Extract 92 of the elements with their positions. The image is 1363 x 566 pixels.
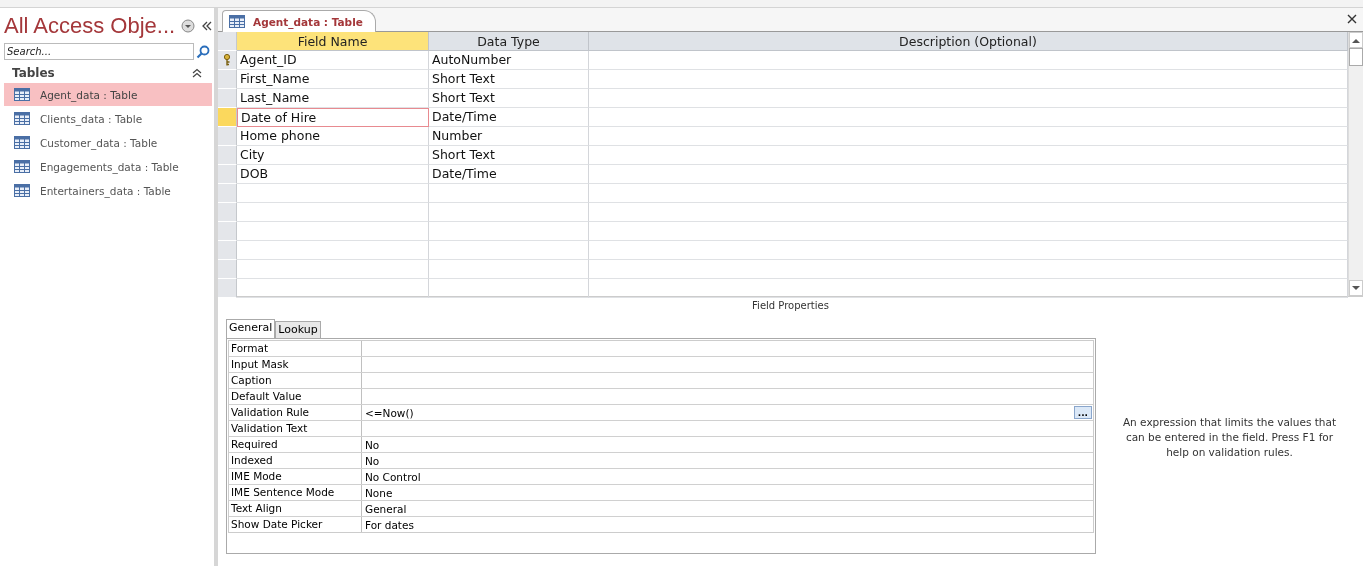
table-cell[interactable]: City (237, 146, 429, 165)
table-cell[interactable] (589, 127, 1348, 146)
property-name: IME Sentence Mode (229, 485, 362, 500)
help-text: An expression that limits the values that can be entered in the field. Press F1 for help on validation rules. (1121, 415, 1338, 460)
table-icon (14, 160, 30, 173)
table-cell[interactable]: Short Text (429, 89, 589, 108)
property-name: Show Date Picker (229, 517, 362, 532)
table-cell[interactable] (589, 165, 1348, 184)
table-cell[interactable] (237, 260, 429, 279)
property-name: Text Align (229, 501, 362, 516)
scroll-up-icon[interactable] (1352, 37, 1360, 43)
table-cell[interactable]: Date of Hire (237, 108, 429, 127)
table-cell[interactable] (589, 146, 1348, 165)
pane-title: All Access Obje... (4, 13, 176, 39)
column-header[interactable]: Data Type (429, 32, 589, 51)
search-field[interactable]: Search... (4, 43, 194, 60)
table-cell[interactable] (429, 260, 589, 279)
table-cell[interactable]: Number (429, 127, 589, 146)
scrollbar[interactable] (1348, 32, 1363, 296)
table-item[interactable]: Clients_data : Table (4, 107, 212, 130)
group-header[interactable]: Tables (12, 66, 55, 80)
table-cell[interactable] (589, 70, 1348, 89)
table-cell[interactable] (589, 279, 1348, 298)
scroll-thumb[interactable] (1349, 48, 1363, 66)
table-cell[interactable]: Short Text (429, 70, 589, 89)
table-icon (14, 88, 30, 101)
table-cell[interactable] (589, 184, 1348, 203)
table-cell[interactable]: DOB (237, 165, 429, 184)
property-value[interactable]: <=Now() (365, 406, 414, 419)
key-icon (223, 54, 231, 66)
property-name: Caption (229, 373, 362, 388)
table-cell[interactable] (589, 241, 1348, 260)
search-icon[interactable] (196, 44, 210, 59)
table-cell[interactable] (589, 108, 1348, 127)
table-cell[interactable] (589, 203, 1348, 222)
scroll-down-icon[interactable] (1352, 285, 1360, 291)
table-cell[interactable] (237, 184, 429, 203)
property-value[interactable]: No (365, 438, 380, 451)
collapse-group-icon[interactable] (192, 68, 202, 78)
close-icon[interactable] (1347, 14, 1357, 24)
property-value[interactable]: For dates (365, 518, 414, 531)
property-name: Indexed (229, 453, 362, 468)
property-tab[interactable]: General (226, 319, 276, 338)
table-cell[interactable] (589, 222, 1348, 241)
dropdown-icon[interactable] (181, 19, 196, 33)
table-item[interactable]: Entertainers_data : Table (4, 179, 212, 202)
builder-button[interactable]: ... (1073, 406, 1092, 419)
table-item[interactable]: Agent_data : Table (4, 83, 212, 106)
collapse-icon[interactable] (201, 20, 214, 32)
table-icon (14, 112, 30, 125)
table-cell[interactable] (237, 203, 429, 222)
table-cell[interactable] (589, 51, 1348, 70)
table-cell[interactable] (237, 241, 429, 260)
table-cell[interactable] (237, 279, 429, 298)
table-cell[interactable] (429, 222, 589, 241)
table-cell[interactable]: Agent_ID (237, 51, 429, 70)
table-cell[interactable] (589, 89, 1348, 108)
property-value[interactable]: No Control (365, 470, 421, 483)
table-icon (14, 136, 30, 149)
table-cell[interactable]: Date/Time (429, 165, 589, 184)
table-cell[interactable] (429, 203, 589, 222)
table-cell[interactable] (237, 222, 429, 241)
document-tab[interactable]: Agent_data : Table (222, 10, 376, 32)
table-cell[interactable]: Short Text (429, 146, 589, 165)
property-value[interactable]: General (365, 502, 407, 515)
property-name: Default Value (229, 389, 362, 404)
property-name: Validation Text (229, 421, 362, 436)
property-value[interactable]: No (365, 454, 380, 467)
table-cell[interactable] (429, 241, 589, 260)
table-cell[interactable]: First_Name (237, 70, 429, 89)
property-tab[interactable]: Lookup (275, 321, 321, 338)
table-cell[interactable] (429, 279, 589, 298)
table-item[interactable]: Engagements_data : Table (4, 155, 212, 178)
column-header[interactable]: Field Name (237, 32, 429, 51)
property-value[interactable]: None (365, 486, 393, 499)
table-icon (14, 184, 30, 197)
property-name: Required (229, 437, 362, 452)
column-header[interactable]: Description (Optional) (589, 32, 1348, 51)
row-selector[interactable] (218, 51, 237, 70)
property-name: IME Mode (229, 469, 362, 484)
table-cell[interactable] (429, 184, 589, 203)
table-cell[interactable] (589, 260, 1348, 279)
property-name: Validation Rule (229, 405, 362, 420)
table-item[interactable]: Customer_data : Table (4, 131, 212, 154)
table-cell[interactable]: AutoNumber (429, 51, 589, 70)
table-icon (229, 15, 245, 28)
property-name: Format (229, 341, 362, 356)
property-name: Input Mask (229, 357, 362, 372)
table-cell[interactable]: Last_Name (237, 89, 429, 108)
section-title: Field Properties (751, 300, 830, 313)
table-cell[interactable]: Home phone (237, 127, 429, 146)
table-cell[interactable]: Date/Time (429, 108, 589, 127)
